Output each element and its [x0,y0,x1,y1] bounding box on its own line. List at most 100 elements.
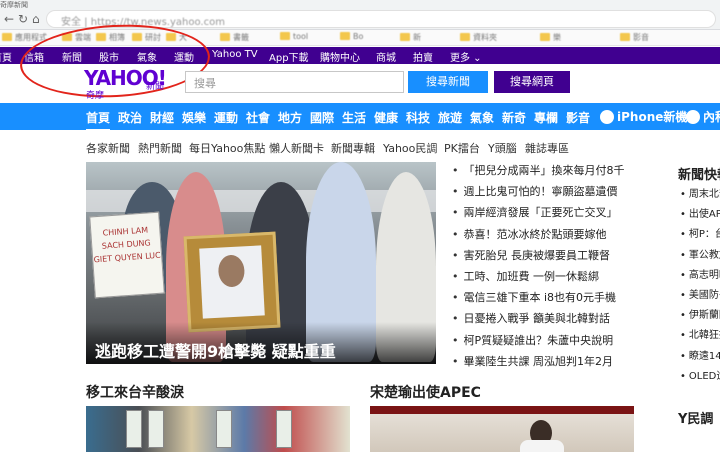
category-nav: 首頁 政治 財經 娛樂 運動 社會 地方 國際 生活 健康 科技 旅遊 氣象 新… [0,103,720,131]
breaking-news-item[interactable]: OLED造 [680,367,720,387]
topbar-link[interactable]: 拍賣 [413,49,433,64]
nav-item[interactable]: 地方 [278,109,302,126]
nav-extra-link[interactable]: 內科 [686,108,720,125]
migrant-thumbnail[interactable] [86,406,350,452]
headline-item[interactable]: 日憂捲入戰爭 籲美與北韓對話 [452,310,652,331]
subnav-link[interactable]: 熱門新聞 [138,140,182,156]
breaking-news-item[interactable]: 伊斯蘭國 [680,306,720,326]
topbar-more[interactable]: 更多 ⌄ [450,49,482,64]
folder-icon [340,32,350,40]
topbar-link[interactable]: 商城 [376,49,396,64]
browser-toolbar: 奇摩新聞 ← ↻ ⌂ 安全 | https://tw.news.yahoo.co… [0,0,720,30]
bookmarks-bar: 應用程式 雲端 相簿 研討 大 書籤 tool Bo 新 資料夾 樂 影音 [0,30,720,46]
topbar-link[interactable]: 購物中心 [320,49,360,64]
bookmark-item[interactable]: tool [280,32,308,41]
folder-icon [220,33,230,41]
topbar-link[interactable]: Yahoo TV [212,49,258,60]
home-icon[interactable]: ⌂ [32,12,40,26]
topbar-link[interactable]: 新聞 [62,49,82,64]
bookmark-item[interactable]: Bo [340,32,363,41]
portrait-photo [199,245,265,319]
nav-item[interactable]: 健康 [374,109,398,126]
nav-item[interactable]: 運動 [214,109,238,126]
tab-title[interactable]: 奇摩新聞 [0,0,120,8]
hero-caption[interactable]: 逃跑移工遭警開9槍擊斃 疑點重重 [95,338,336,362]
nav-item[interactable]: 影音 [566,109,590,126]
hero-story[interactable]: CHINH LAM SACH DUNG GIET QUYEN LUC 逃跑移工遭… [86,162,436,364]
reload-icon[interactable]: ↻ [18,12,28,26]
bookmark-item[interactable]: 書籤 [220,32,249,43]
subnav-link[interactable]: 新聞專輯 [331,140,375,156]
bookmark-item[interactable]: 雲端 [62,32,91,43]
topbar-link[interactable]: App下載 [269,49,309,64]
subnav-link[interactable]: Yahoo民調 [383,140,437,156]
headline-item[interactable]: 柯P質疑疑誰出？朱蘆中央說明 [452,332,652,353]
subnav-link[interactable]: 每日Yahoo焦點 [189,140,265,156]
subnav-link[interactable]: PK擂台 [444,140,480,156]
breaking-news-item[interactable]: 北韓狂挑 [680,326,720,346]
nav-item[interactable]: 國際 [310,109,334,126]
headline-item[interactable]: 電信三雄下重本 i8也有0元手機 [452,289,652,310]
nav-item[interactable]: 新奇 [502,109,526,126]
folder-icon [2,33,12,41]
bookmark-item[interactable]: 相簿 [96,32,125,43]
bookmark-item[interactable]: 資料夾 [460,32,497,43]
back-icon[interactable]: ← [4,12,14,26]
breaking-news-item[interactable]: 軍公教加 [680,246,720,266]
headline-item[interactable]: 週上比鬼可怕的！寧願盜墓遺價 [452,183,652,204]
bookmark-item[interactable]: 樂 [540,32,561,43]
folder-icon [280,32,290,40]
thumbnail-card [126,410,142,448]
folder-icon [540,33,550,41]
breaking-news-item[interactable]: 美國防長 [680,286,720,306]
headline-item[interactable]: 「把兒分成兩半」換來每月付8千 [452,162,652,183]
subnav-link[interactable]: 懶人新聞卡 [269,140,324,156]
nav-item[interactable]: 生活 [342,109,366,126]
subnav-link[interactable]: 各家新聞 [86,140,130,156]
nav-item[interactable]: 氣象 [470,109,494,126]
search-input[interactable]: 搜尋 [185,71,404,93]
breaking-news-item[interactable]: 出使APEC [680,205,720,225]
apec-thumbnail[interactable] [370,406,634,452]
headline-item[interactable]: 畢業陸生共課 周泓旭判1年2月 [452,353,652,374]
bookmark-item[interactable]: 研討 [132,32,161,43]
subnav-link[interactable]: 雜誌專區 [525,140,569,156]
nav-iphone-link[interactable]: iPhone新機 [600,108,687,125]
nav-item[interactable]: 社會 [246,109,270,126]
nav-item[interactable]: 娛樂 [182,109,206,126]
topbar-link[interactable]: 首頁 [0,49,12,64]
bookmark-item[interactable]: 新 [400,32,421,43]
search-web-button[interactable]: 搜尋網頁 [494,71,570,93]
subnav-link[interactable]: Y頭腦 [488,140,517,156]
bookmark-item[interactable]: 影音 [620,32,649,43]
headline-item[interactable]: 工時、加班費 一例一休鬆綁 [452,268,652,289]
search-news-button[interactable]: 搜尋新聞 [408,71,488,93]
headline-item[interactable]: 兩岸經濟發展「正要死亡交叉」 [452,204,652,225]
topbar-link[interactable]: 運動 [174,49,194,64]
protest-sign: CHINH LAM SACH DUNG GIET QUYEN LUC [89,211,165,299]
section-title-apec[interactable]: 宋楚瑜出使APEC [370,382,481,402]
topbar-link[interactable]: 股市 [99,49,119,64]
breaking-news-item[interactable]: 周末北部 [680,185,720,205]
headline-item[interactable]: 恭喜！范冰冰終於點頭要嫁他 [452,226,652,247]
bookmark-item[interactable]: 大 [166,32,187,43]
thumbnail-card [148,410,164,448]
headline-item[interactable]: 害死胎兒 長庚被爆要員工鞭督 [452,247,652,268]
nav-item[interactable]: 政治 [118,109,142,126]
breaking-news-item[interactable]: 瞭遠142 [680,347,720,367]
bookmark-item[interactable]: 應用程式 [2,32,47,43]
breaking-news-item[interactable]: 高志明晚 [680,266,720,286]
address-bar[interactable]: 安全 | https://tw.news.yahoo.com [46,10,716,28]
topbar-link[interactable]: 氣象 [137,49,157,64]
nav-item[interactable]: 專欄 [534,109,558,126]
speaker-body [520,440,564,452]
nav-item[interactable]: 旅遊 [438,109,462,126]
section-title-migrant[interactable]: 移工來台辛酸淚 [86,382,184,402]
topbar-link[interactable]: 信箱 [24,49,44,64]
nav-item[interactable]: 財經 [150,109,174,126]
folder-icon [166,33,176,41]
breaking-news-item[interactable]: 柯P：台 [680,225,720,245]
address-text: 安全 | https://tw.news.yahoo.com [61,17,225,28]
nav-item[interactable]: 首頁 [86,109,111,131]
nav-item[interactable]: 科技 [406,109,430,126]
